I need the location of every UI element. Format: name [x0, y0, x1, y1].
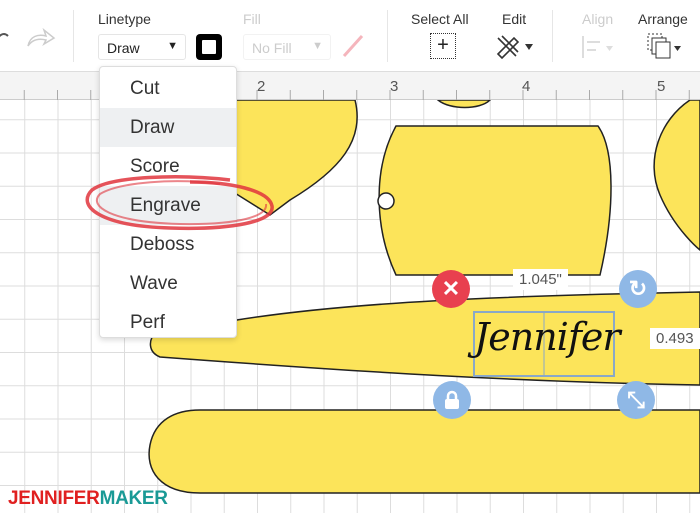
- undo-icon[interactable]: [0, 28, 10, 48]
- align-label: Align: [582, 11, 614, 27]
- menu-item-draw[interactable]: Draw: [100, 108, 236, 147]
- fill-select[interactable]: No Fill ▼: [243, 34, 331, 60]
- ruler-tick-label: 5: [657, 78, 666, 95]
- linetype-value: Draw: [107, 40, 140, 56]
- height-dimension: 0.493: [650, 328, 700, 349]
- no-fill-color-icon[interactable]: [340, 32, 366, 60]
- menu-item-wave[interactable]: Wave: [100, 264, 236, 303]
- fill-label: Fill: [243, 11, 261, 27]
- right-heart-shape: [653, 100, 700, 251]
- top-circle-shape: [436, 100, 492, 109]
- linetype-select[interactable]: Draw ▼: [98, 34, 186, 60]
- ruler-tick-label: 2: [257, 78, 266, 95]
- rotate-handle[interactable]: ↻: [619, 270, 657, 308]
- jennifermaker-logo: JENNIFERMAKER: [8, 488, 168, 509]
- redo-icon[interactable]: [24, 26, 56, 50]
- fill-value: No Fill: [252, 40, 292, 56]
- line-color-swatch[interactable]: [196, 34, 222, 60]
- dropdown-arrow-icon: ▼: [312, 40, 323, 52]
- tag-hole: [377, 192, 395, 210]
- edit-label[interactable]: Edit: [502, 11, 526, 27]
- align-icon: [582, 36, 613, 58]
- menu-item-perf[interactable]: Perf: [100, 303, 236, 342]
- width-dimension: 1.045": [513, 269, 568, 290]
- selected-text-jennifer[interactable]: Jennifer: [474, 315, 621, 359]
- arrange-label[interactable]: Arrange: [638, 11, 688, 27]
- resize-icon: ⤡: [627, 387, 645, 412]
- bar-shape: [148, 409, 700, 494]
- lock-handle[interactable]: [433, 381, 471, 419]
- hand-drawn-circle-annotation: [85, 175, 274, 231]
- toolbar: Linetype Draw ▼ Fill No Fill ▼ Select All …: [0, 0, 700, 72]
- menu-item-cut[interactable]: Cut: [100, 69, 236, 108]
- close-icon: ✕: [441, 276, 461, 301]
- select-all-label[interactable]: Select All: [411, 11, 469, 27]
- lock-icon: [445, 390, 459, 409]
- dropdown-arrow-icon: ▼: [167, 40, 178, 52]
- resize-handle[interactable]: ⤡: [617, 381, 655, 419]
- arrange-icon[interactable]: [644, 32, 686, 62]
- rotate-icon: ↻: [628, 276, 648, 301]
- linetype-label: Linetype: [98, 11, 151, 27]
- edit-tools-icon[interactable]: [494, 32, 534, 60]
- ruler-tick-label: 3: [390, 78, 399, 95]
- tag-shape: [378, 125, 612, 276]
- select-all-icon[interactable]: +: [430, 33, 456, 59]
- ruler-tick-label: 4: [522, 78, 531, 95]
- delete-handle[interactable]: ✕: [432, 270, 470, 308]
